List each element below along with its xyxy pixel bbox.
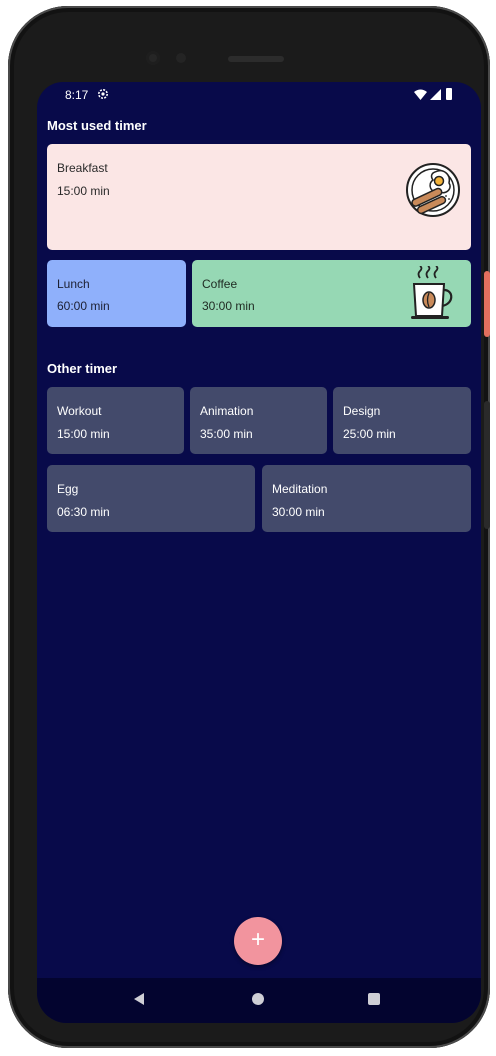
app-screen: 8:17 Most used timer Breakfast 15:00 min: [37, 82, 481, 1023]
timer-card-design[interactable]: Design 25:00 min: [333, 387, 471, 454]
timer-duration: 15:00 min: [57, 427, 110, 441]
add-timer-button[interactable]: +: [234, 917, 282, 965]
phone-frame: 8:17 Most used timer Breakfast 15:00 min: [8, 6, 490, 1048]
timer-duration: 15:00 min: [57, 184, 110, 198]
timer-name: Lunch: [57, 277, 90, 291]
timer-duration: 35:00 min: [200, 427, 253, 441]
timer-name: Egg: [57, 482, 79, 496]
timer-card-breakfast[interactable]: Breakfast 15:00 min: [47, 144, 471, 250]
coffee-cup-icon: [411, 266, 453, 319]
other-section-title: Other timer: [47, 361, 118, 376]
power-button: [484, 271, 490, 337]
front-camera: [146, 51, 160, 65]
timer-name: Coffee: [202, 277, 238, 291]
timer-duration: 30:00 min: [272, 505, 325, 519]
timer-card-coffee[interactable]: Coffee 30:00 min: [192, 260, 471, 327]
proximity-sensor: [176, 53, 186, 63]
status-bar: 8:17: [37, 82, 481, 108]
timer-duration: 60:00 min: [57, 299, 110, 313]
timer-card-meditation[interactable]: Meditation 30:00 min: [262, 465, 471, 532]
battery-icon: [446, 88, 452, 100]
timer-duration: 25:00 min: [343, 427, 396, 441]
wifi-icon: [414, 89, 427, 100]
timer-name: Meditation: [272, 482, 328, 496]
timer-name: Workout: [57, 404, 102, 418]
timer-card-animation[interactable]: Animation 35:00 min: [190, 387, 327, 454]
system-nav-bar: [37, 978, 481, 1023]
breakfast-plate-icon: [406, 163, 460, 217]
most-used-section-title: Most used timer: [47, 118, 147, 133]
volume-button: [484, 401, 490, 529]
earpiece-speaker: [228, 56, 284, 62]
nav-home-icon[interactable]: [252, 993, 264, 1005]
nav-back-icon[interactable]: [134, 993, 144, 1005]
timer-card-lunch[interactable]: Lunch 60:00 min: [47, 260, 186, 327]
timer-duration: 30:00 min: [202, 299, 255, 313]
timer-card-workout[interactable]: Workout 15:00 min: [47, 387, 184, 454]
cell-signal-icon: [430, 89, 441, 100]
timer-name: Breakfast: [57, 161, 108, 175]
timer-card-egg[interactable]: Egg 06:30 min: [47, 465, 255, 532]
nav-recents-icon[interactable]: [368, 993, 380, 1005]
timer-name: Design: [343, 404, 381, 418]
status-time: 8:17: [65, 88, 89, 102]
timer-duration: 06:30 min: [57, 505, 110, 519]
timer-name: Animation: [200, 404, 254, 418]
settings-gear-icon: [98, 89, 108, 99]
